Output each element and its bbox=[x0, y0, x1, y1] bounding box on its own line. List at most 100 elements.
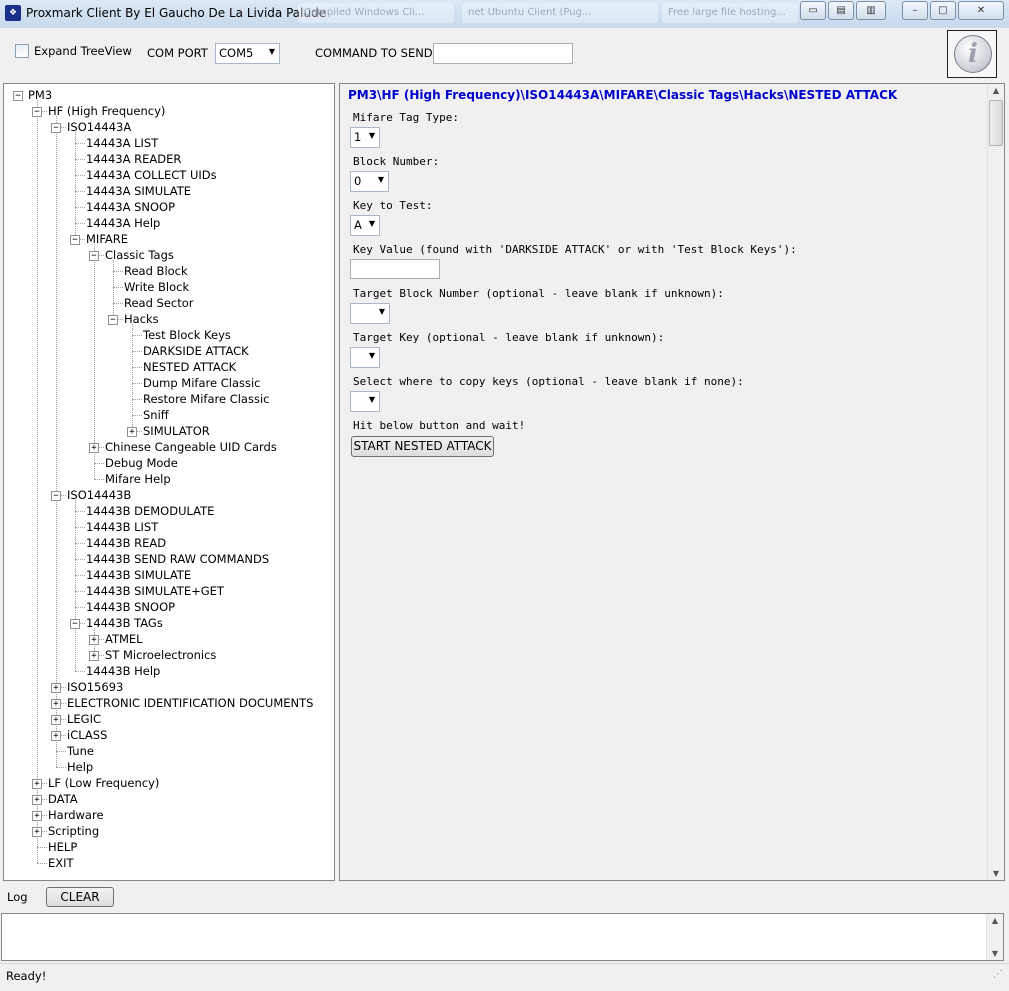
tree-node[interactable]: Read Block bbox=[124, 264, 188, 279]
target-key-select[interactable]: ▼ bbox=[350, 347, 380, 368]
tree-node[interactable]: Dump Mifare Classic bbox=[143, 376, 261, 391]
tree-node[interactable]: 14443A READER bbox=[86, 152, 181, 167]
collapse-icon[interactable]: − bbox=[51, 491, 61, 501]
tree-node[interactable]: Test Block Keys bbox=[143, 328, 231, 343]
copy-keys-select[interactable]: ▼ bbox=[350, 391, 380, 412]
expand-icon[interactable]: + bbox=[51, 715, 61, 725]
scroll-thumb[interactable] bbox=[989, 100, 1003, 146]
tree-node[interactable]: Hardware bbox=[48, 808, 104, 823]
scroll-up-icon[interactable]: ▲ bbox=[988, 86, 1004, 95]
expand-icon[interactable]: + bbox=[32, 811, 42, 821]
tree-node[interactable]: ISO15693 bbox=[67, 680, 123, 695]
info-button[interactable]: i bbox=[947, 30, 997, 78]
tag-type-select[interactable]: 1 ▼ bbox=[350, 127, 380, 148]
tile-icon[interactable]: ▤ bbox=[828, 1, 854, 20]
tree-node[interactable]: 14443B TAGs bbox=[86, 616, 163, 631]
collapse-icon[interactable]: − bbox=[32, 107, 42, 117]
collapse-icon[interactable]: − bbox=[70, 235, 80, 245]
tree-node[interactable]: 14443B Help bbox=[86, 664, 160, 679]
expand-icon[interactable]: + bbox=[89, 443, 99, 453]
start-nested-attack-button[interactable]: START NESTED ATTACK bbox=[351, 436, 494, 457]
collapse-icon[interactable]: − bbox=[70, 619, 80, 629]
tree-node[interactable]: ISO14443B bbox=[67, 488, 131, 503]
key-value-input[interactable] bbox=[350, 259, 440, 279]
log-scrollbar[interactable]: ▲ ▼ bbox=[986, 914, 1003, 960]
cascade-icon[interactable]: ▥ bbox=[856, 1, 886, 20]
close-button[interactable]: ✕ bbox=[958, 1, 1004, 20]
status-bar: Ready! ⋰ bbox=[0, 963, 1009, 991]
tree-node[interactable]: Mifare Help bbox=[105, 472, 171, 487]
scroll-down-icon[interactable]: ▼ bbox=[987, 949, 1003, 958]
restore-layout-icon[interactable]: ▭ bbox=[800, 1, 826, 20]
collapse-icon[interactable]: − bbox=[89, 251, 99, 261]
tree-node[interactable]: 14443A LIST bbox=[86, 136, 158, 151]
command-input[interactable] bbox=[433, 43, 573, 64]
expand-icon[interactable]: + bbox=[32, 795, 42, 805]
target-block-select[interactable]: ▼ bbox=[350, 303, 390, 324]
tree-node[interactable]: Restore Mifare Classic bbox=[143, 392, 269, 407]
expand-icon[interactable]: + bbox=[89, 651, 99, 661]
tree-node[interactable]: Read Sector bbox=[124, 296, 194, 311]
tree-node[interactable]: 14443A Help bbox=[86, 216, 160, 231]
tree-node[interactable]: HELP bbox=[48, 840, 77, 855]
tree-node[interactable]: 14443B SEND RAW COMMANDS bbox=[86, 552, 269, 567]
tree-view[interactable]: − PM3− HF (High Frequency) − ISO14443A 14443A… bbox=[3, 83, 335, 881]
tree-node[interactable]: DARKSIDE ATTACK bbox=[143, 344, 249, 359]
expand-icon[interactable]: + bbox=[51, 699, 61, 709]
expand-treeview-label[interactable]: Expand TreeView bbox=[34, 44, 132, 58]
collapse-icon[interactable]: − bbox=[51, 123, 61, 133]
expand-icon[interactable]: + bbox=[32, 779, 42, 789]
tree-node[interactable]: 14443A SNOOP bbox=[86, 200, 175, 215]
tree-node[interactable]: Sniff bbox=[143, 408, 169, 423]
tree-node[interactable]: Help bbox=[67, 760, 93, 775]
expand-icon[interactable]: + bbox=[32, 827, 42, 837]
clear-button[interactable]: CLEAR bbox=[46, 887, 114, 907]
tree-node[interactable]: HF (High Frequency) bbox=[48, 104, 165, 119]
scroll-up-icon[interactable]: ▲ bbox=[987, 916, 1003, 925]
tree-node[interactable]: NESTED ATTACK bbox=[143, 360, 236, 375]
tree-node[interactable]: Scripting bbox=[48, 824, 99, 839]
tree-node[interactable]: PM3 bbox=[28, 88, 52, 103]
tree-node[interactable]: EXIT bbox=[48, 856, 74, 871]
tree-node[interactable]: ISO14443A bbox=[67, 120, 131, 135]
tree-node[interactable]: MIFARE bbox=[86, 232, 128, 247]
tree-node[interactable]: 14443B DEMODULATE bbox=[86, 504, 214, 519]
tree-node[interactable]: Write Block bbox=[124, 280, 189, 295]
tree-node[interactable]: SIMULATOR bbox=[143, 424, 210, 439]
tree-node[interactable]: 14443A COLLECT UIDs bbox=[86, 168, 217, 183]
log-output[interactable]: ▲ ▼ bbox=[1, 913, 1004, 961]
tree-node[interactable]: ATMEL bbox=[105, 632, 143, 647]
minimize-button[interactable]: – bbox=[902, 1, 928, 20]
tree-node[interactable]: 14443B SIMULATE bbox=[86, 568, 191, 583]
tree-node[interactable]: Debug Mode bbox=[105, 456, 178, 471]
expand-icon[interactable]: + bbox=[89, 635, 99, 645]
key-to-test-select[interactable]: A ▼ bbox=[350, 215, 380, 236]
tree-node[interactable]: LEGIC bbox=[67, 712, 101, 727]
collapse-icon[interactable]: − bbox=[108, 315, 118, 325]
tree-node[interactable]: 14443A SIMULATE bbox=[86, 184, 191, 199]
expand-icon[interactable]: + bbox=[51, 731, 61, 741]
scroll-down-icon[interactable]: ▼ bbox=[988, 869, 1004, 878]
panel-scrollbar[interactable]: ▲ ▼ bbox=[987, 84, 1004, 880]
tree-node[interactable]: 14443B SIMULATE+GET bbox=[86, 584, 224, 599]
expand-icon[interactable]: + bbox=[127, 427, 137, 437]
com-port-select[interactable]: COM5 ▼ bbox=[215, 43, 280, 64]
resize-grip-icon[interactable]: ⋰ bbox=[993, 969, 1003, 980]
tree-node[interactable]: Classic Tags bbox=[105, 248, 174, 263]
tree-node[interactable]: Tune bbox=[67, 744, 94, 759]
expand-treeview-checkbox[interactable] bbox=[15, 44, 29, 58]
tree-node[interactable]: 14443B SNOOP bbox=[86, 600, 175, 615]
expand-icon[interactable]: + bbox=[51, 683, 61, 693]
tree-node[interactable]: ELECTRONIC IDENTIFICATION DOCUMENTS bbox=[67, 696, 313, 711]
tree-node[interactable]: ST Microelectronics bbox=[105, 648, 216, 663]
maximize-button[interactable]: □ bbox=[930, 1, 956, 20]
tree-node[interactable]: 14443B LIST bbox=[86, 520, 158, 535]
tree-node[interactable]: 14443B READ bbox=[86, 536, 166, 551]
tree-node[interactable]: Chinese Cangeable UID Cards bbox=[105, 440, 277, 455]
tree-node[interactable]: iCLASS bbox=[67, 728, 107, 743]
tree-node[interactable]: Hacks bbox=[124, 312, 159, 327]
tree-node[interactable]: DATA bbox=[48, 792, 78, 807]
tree-node[interactable]: LF (Low Frequency) bbox=[48, 776, 159, 791]
block-number-select[interactable]: 0 ▼ bbox=[350, 171, 389, 192]
collapse-icon[interactable]: − bbox=[13, 91, 23, 101]
